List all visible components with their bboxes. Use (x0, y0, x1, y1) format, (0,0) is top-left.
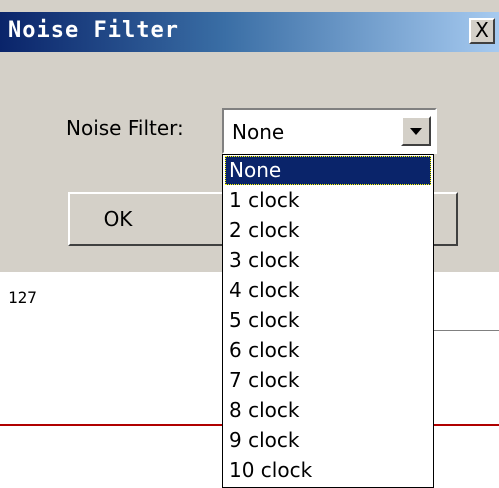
close-button[interactable]: X (469, 18, 495, 44)
dropdown-option[interactable]: 6 clock (225, 336, 431, 365)
dropdown-option[interactable]: 4 clock (225, 276, 431, 305)
dropdown-option[interactable]: 9 clock (225, 426, 431, 455)
dropdown-option[interactable]: 3 clock (225, 246, 431, 275)
noise-filter-label: Noise Filter: (66, 116, 184, 140)
combobox-value: None (232, 120, 285, 144)
dropdown-option[interactable]: 7 clock (225, 366, 431, 395)
dropdown-option[interactable]: None (225, 156, 431, 185)
dropdown-option[interactable]: 2 clock (225, 216, 431, 245)
chevron-down-icon[interactable] (401, 116, 431, 146)
dropdown-option[interactable]: 10 clock (225, 456, 431, 485)
ok-button[interactable]: OK (68, 192, 248, 246)
background-number: 127 (8, 288, 37, 307)
window-title: Noise Filter (8, 18, 179, 43)
noise-filter-combobox[interactable]: None (222, 108, 437, 154)
title-bar[interactable]: Noise Filter X (0, 12, 499, 52)
dropdown-option[interactable]: 8 clock (225, 396, 431, 425)
dropdown-option[interactable]: 5 clock (225, 306, 431, 335)
dropdown-option[interactable]: 1 clock (225, 186, 431, 215)
noise-filter-dropdown-list[interactable]: None 1 clock 2 clock 3 clock 4 clock 5 c… (222, 154, 434, 488)
close-icon: X (475, 18, 489, 42)
